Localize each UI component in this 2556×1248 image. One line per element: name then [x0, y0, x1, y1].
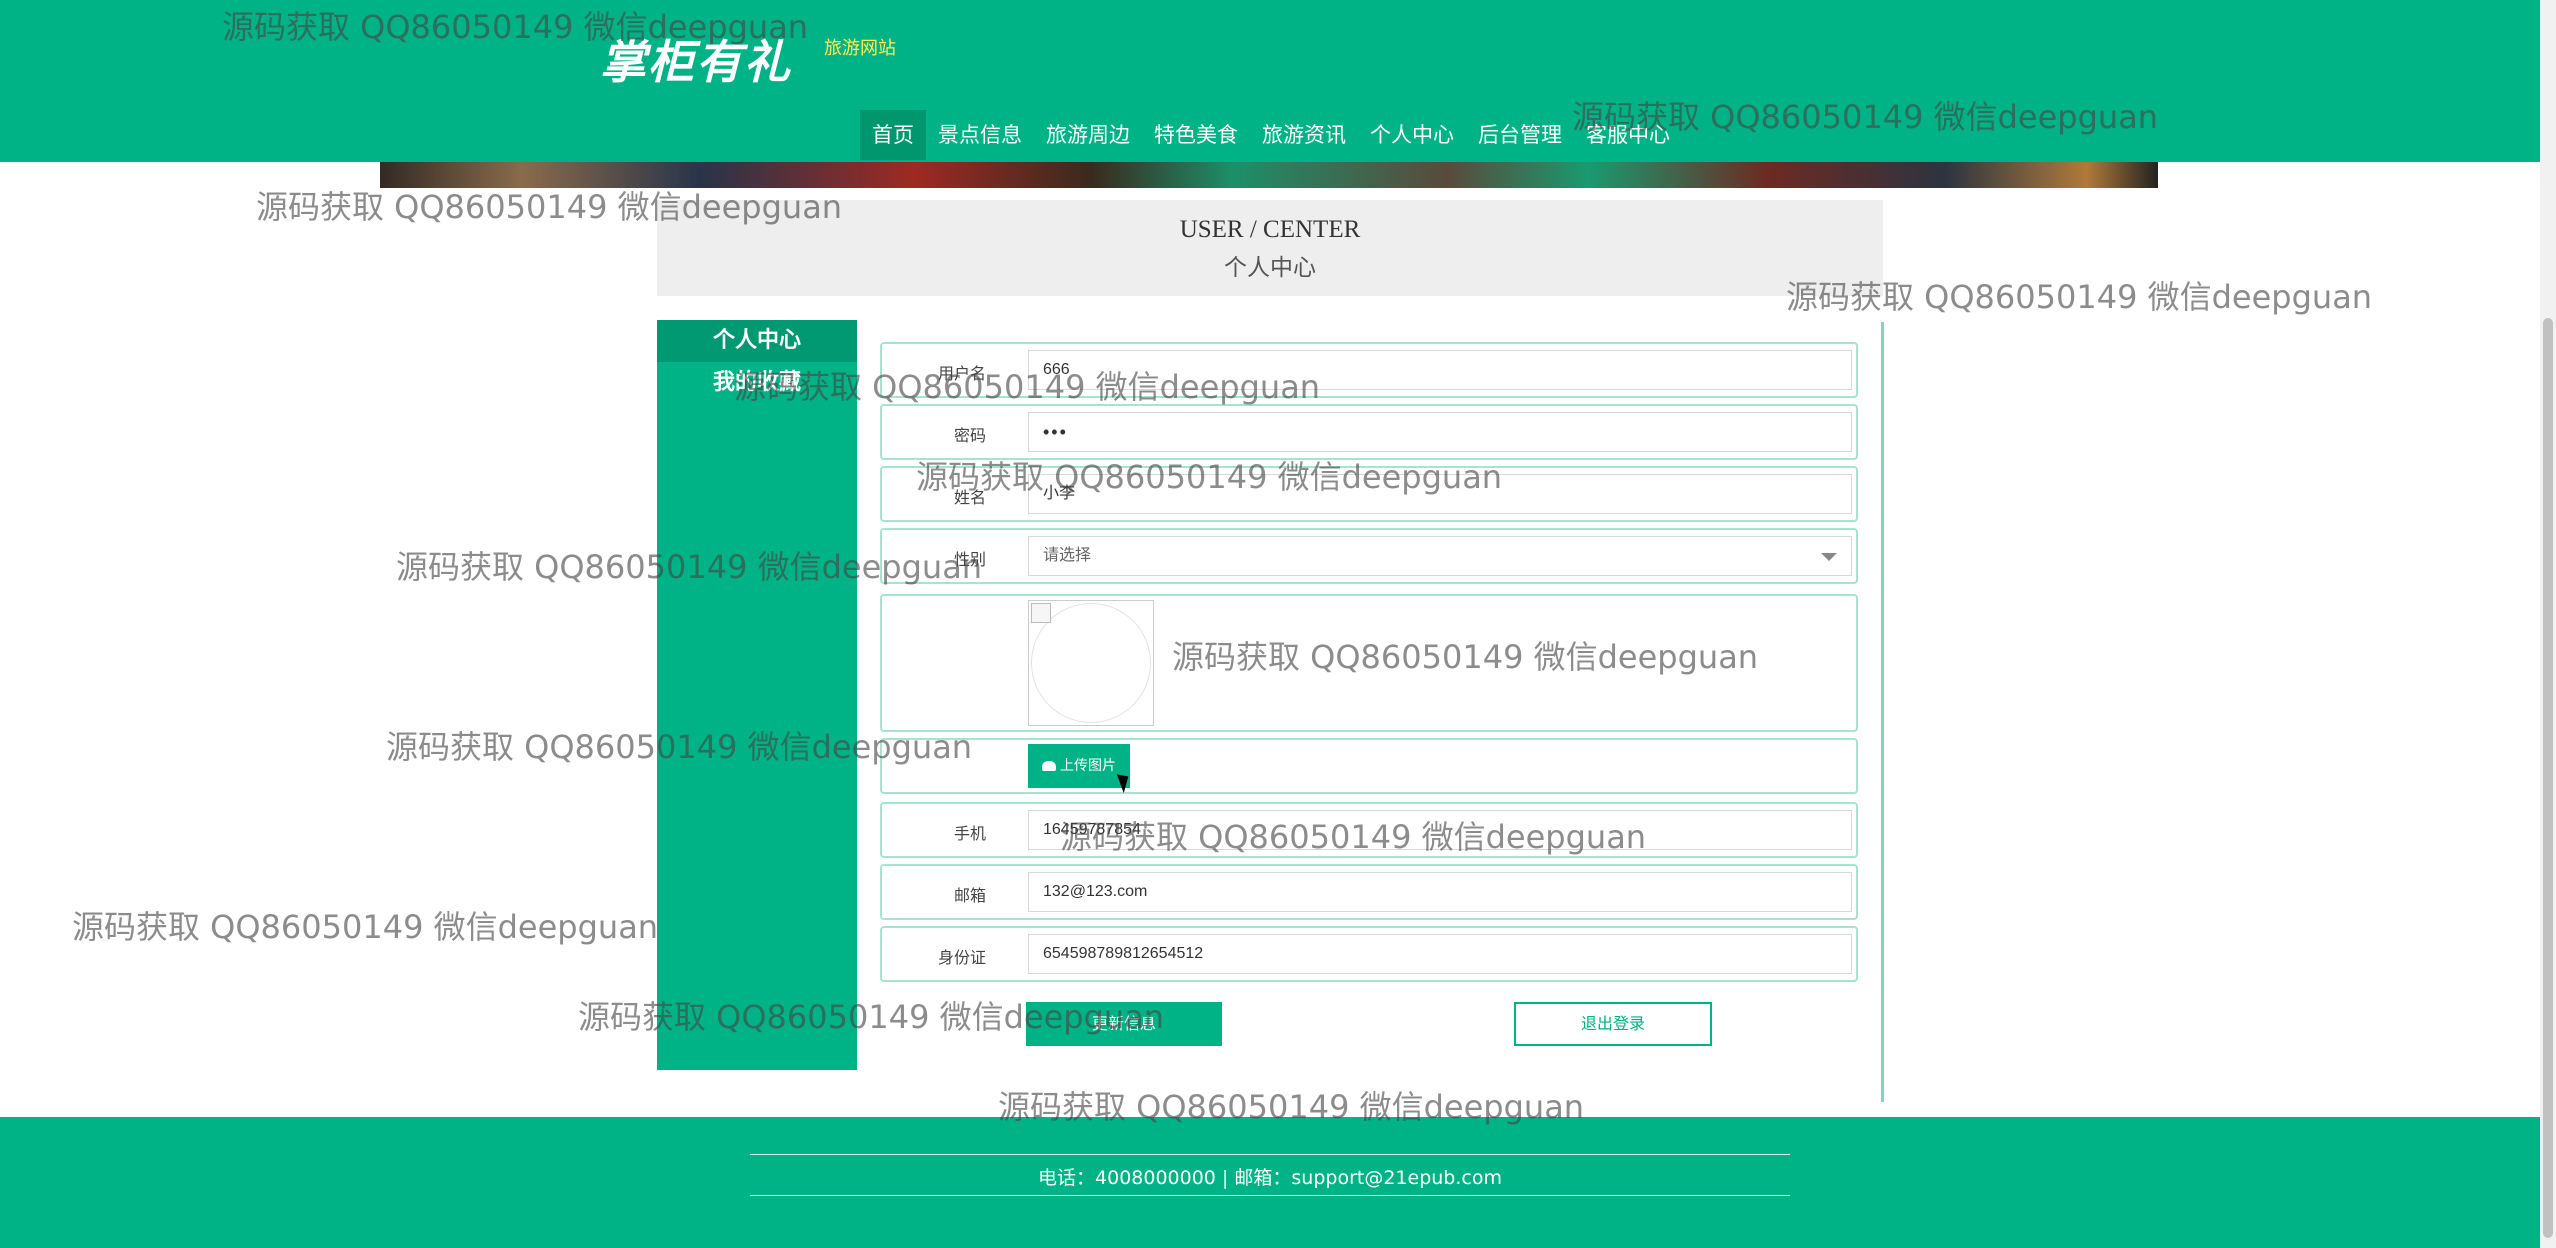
sidebar: 个人中心 我的收藏: [657, 320, 857, 1070]
nav-item-customer-service[interactable]: 客服中心: [1574, 110, 1682, 160]
site-footer: 电话：4008000000 | 邮箱：support@21epub.com: [0, 1117, 2540, 1248]
site-header: 掌柜有礼 旅游网站 首页 景点信息 旅游周边 特色美食 旅游资讯 个人中心 后台…: [0, 0, 2540, 162]
sidebar-item-favorites[interactable]: 我的收藏: [657, 362, 857, 404]
form-row-avatar: [880, 594, 1858, 732]
nav-item-admin[interactable]: 后台管理: [1466, 110, 1574, 160]
nav-item-home[interactable]: 首页: [860, 110, 926, 160]
form-row-gender: 性别 请选择: [880, 528, 1858, 584]
main-nav: 首页 景点信息 旅游周边 特色美食 旅游资讯 个人中心 后台管理 客服中心: [860, 110, 1682, 160]
logout-button[interactable]: 退出登录: [1514, 1002, 1712, 1046]
cloud-upload-icon: [1042, 761, 1056, 771]
form-row-phone: 手机 16459787854: [880, 802, 1858, 858]
page-title-en: USER / CENTER: [1179, 216, 1361, 243]
name-input[interactable]: 小李: [1028, 474, 1852, 514]
update-info-button[interactable]: 更新信息: [1026, 1002, 1222, 1046]
watermark: 源码获取 QQ86050149 微信deepguan: [72, 908, 659, 946]
gender-select[interactable]: 请选择: [1028, 536, 1852, 576]
name-label: 姓名: [953, 488, 986, 507]
phone-label: 手机: [953, 824, 986, 843]
upload-button-label: 上传图片: [1060, 758, 1116, 774]
nav-item-travel-around[interactable]: 旅游周边: [1034, 110, 1142, 160]
form-row-name: 姓名 小李: [880, 466, 1858, 522]
chevron-down-icon: [1821, 553, 1837, 561]
gender-label: 性别: [953, 550, 986, 569]
username-label: 用户名: [937, 364, 986, 383]
nav-item-local-food[interactable]: 特色美食: [1142, 110, 1250, 160]
content-divider: [1881, 322, 1884, 1102]
page-title-block: USER / CENTER 个人中心: [657, 200, 1883, 296]
scrollbar-thumb[interactable]: [2543, 318, 2553, 1238]
username-input[interactable]: 666: [1028, 350, 1852, 390]
idcard-label: 身份证: [937, 948, 986, 967]
form-row-email: 邮箱 132@123.com: [880, 864, 1858, 920]
broken-image-icon: [1031, 603, 1051, 623]
form-row-password: 密码 •••: [880, 404, 1858, 460]
form-row-username: 用户名 666: [880, 342, 1858, 398]
nav-item-travel-news[interactable]: 旅游资讯: [1250, 110, 1358, 160]
sidebar-item-user-center[interactable]: 个人中心: [657, 320, 857, 362]
idcard-input[interactable]: 654598789812654512: [1028, 934, 1852, 974]
email-input[interactable]: 132@123.com: [1028, 872, 1852, 912]
footer-divider-top: [750, 1154, 1790, 1155]
email-label: 邮箱: [953, 886, 986, 905]
banner-image: [380, 162, 2158, 188]
form-row-upload: 上传图片: [880, 738, 1858, 794]
page-title-cn: 个人中心: [1224, 255, 1316, 281]
avatar-preview: [1028, 600, 1154, 726]
footer-divider-bottom: [750, 1195, 1790, 1196]
form-row-idcard: 身份证 654598789812654512: [880, 926, 1858, 982]
password-input[interactable]: •••: [1028, 412, 1852, 452]
gender-select-placeholder: 请选择: [1043, 547, 1092, 564]
site-tagline: 旅游网站: [824, 38, 896, 59]
phone-input[interactable]: 16459787854: [1028, 810, 1852, 850]
site-logo[interactable]: 掌柜有礼: [600, 26, 792, 92]
page-scrollbar[interactable]: [2540, 0, 2556, 1248]
upload-image-button[interactable]: 上传图片: [1028, 744, 1130, 788]
nav-item-user-center[interactable]: 个人中心: [1358, 110, 1466, 160]
footer-contact: 电话：4008000000 | 邮箱：support@21epub.com: [1038, 1167, 1502, 1189]
password-label: 密码: [953, 426, 986, 445]
nav-item-attractions[interactable]: 景点信息: [926, 110, 1034, 160]
